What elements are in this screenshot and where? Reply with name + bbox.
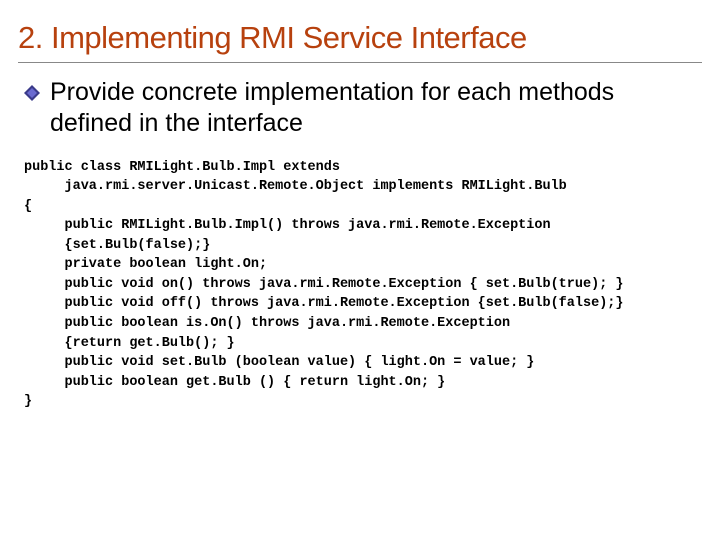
code-block: public class RMILight.Bulb.Impl extends … (24, 158, 702, 412)
bullet-text: Provide concrete implementation for each… (50, 77, 702, 140)
slide-title: 2. Implementing RMI Service Interface (18, 20, 702, 56)
diamond-bullet-icon (24, 85, 40, 106)
title-divider (18, 62, 702, 63)
bullet-item: Provide concrete implementation for each… (24, 77, 702, 140)
